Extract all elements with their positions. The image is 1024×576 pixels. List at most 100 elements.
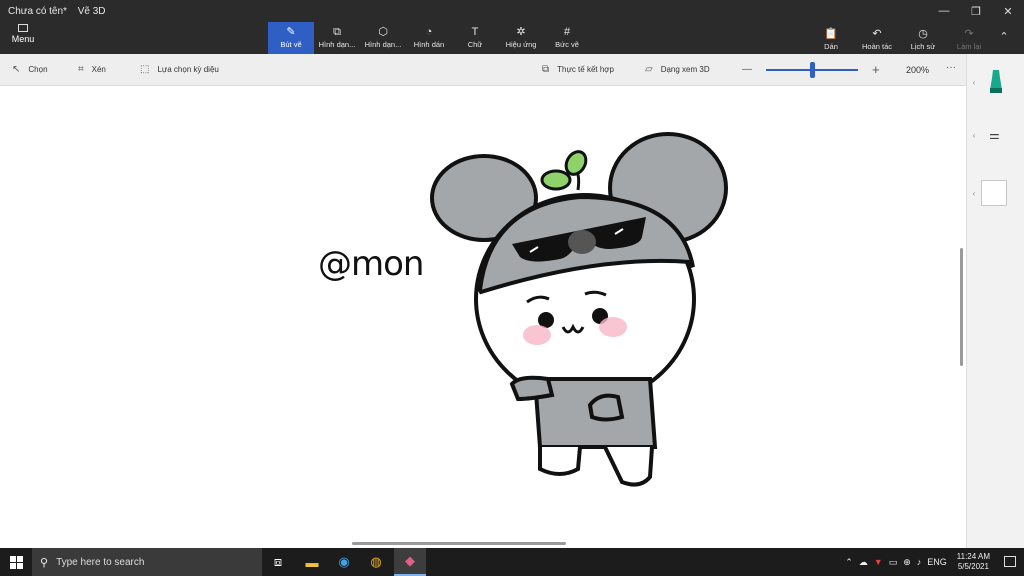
crop-label: Xén (91, 65, 106, 74)
tab-canvas[interactable]: # Bức vẽ (544, 22, 590, 54)
horizontal-scrollbar[interactable] (352, 542, 566, 545)
koala-drawing (430, 132, 728, 487)
sticker-icon: ◔ (425, 26, 433, 38)
select-tool[interactable]: ↖ Chọn (12, 64, 48, 75)
tab-label: Bút vẽ (280, 40, 302, 49)
redo-button[interactable]: ↷ Làm lại (946, 24, 992, 56)
color-picker[interactable]: ‹ (967, 180, 1024, 206)
document-title: Chưa có tên* (8, 6, 67, 17)
tab-stickers[interactable]: ◔ Hình dán (406, 22, 452, 54)
more-options-button[interactable]: ··· (946, 62, 964, 73)
ribbon-actions: 📋 Dán ↶ Hoàn tác ◷ Lịch sử ↷ Làm lại ⌃ (808, 24, 1016, 56)
cloud-icon[interactable]: ☁ (859, 557, 868, 568)
mixed-reality-label: Thực tế kết hợp (557, 65, 614, 74)
title-bar: Chưa có tên* Vẽ 3D — ❐ ✕ Menu ✎ Bút vẽ ⧉… (0, 0, 1024, 54)
start-button[interactable] (0, 548, 32, 576)
expand-icon: ‹ (972, 130, 976, 140)
2d-shape-icon: ⧉ (333, 26, 341, 38)
mixed-reality-icon: ⧉ (542, 64, 550, 75)
system-tray: ⌃ ☁ ▼ ▭ ⊕ ♪ ENG 11:24 AM 5/5/2021 (839, 548, 990, 576)
app-name: Vẽ 3D (77, 6, 106, 17)
close-button[interactable]: ✕ (992, 0, 1024, 22)
chrome-icon[interactable]: ◍ (360, 548, 392, 576)
search-icon: ⚲ (40, 556, 49, 569)
signature-text: @mon (318, 244, 424, 284)
collapse-ribbon-icon[interactable]: ⌃ (992, 24, 1016, 43)
clock[interactable]: 11:24 AM 5/5/2021 (957, 552, 990, 572)
tab-brushes[interactable]: ✎ Bút vẽ (268, 22, 314, 54)
date: 5/5/2021 (957, 562, 989, 571)
taskbar: ⚲ Type here to search ⧈ ▬ ◉ ◍ ◆ ⌃ ☁ ▼ ▭ … (0, 548, 1024, 576)
maximize-button[interactable]: ❐ (960, 0, 992, 22)
side-panel: ‹ ‹ ⚌ ‹ (966, 54, 1024, 548)
zoom-level[interactable]: 200% (906, 65, 929, 75)
tab-effects[interactable]: ✲ Hiệu ứng (498, 22, 544, 54)
tab-3d-shapes[interactable]: ⬡ Hình dạn... (360, 22, 406, 54)
plus-icon: + (872, 62, 880, 77)
cursor-icon: ↖ (12, 64, 21, 75)
show-hidden-icons[interactable]: ⌃ (845, 557, 853, 568)
cube-icon: ⬡ (378, 26, 388, 38)
menu-icon (18, 24, 28, 32)
current-color-swatch[interactable] (981, 180, 1007, 206)
mixed-reality-button[interactable]: ⧉ Thực tế kết hợp (542, 64, 614, 75)
window-controls: — ❐ ✕ (928, 0, 1024, 22)
zoom-in-button[interactable]: + (872, 62, 888, 77)
3d-view-label: Dạng xem 3D (660, 65, 710, 74)
minus-icon: — (742, 64, 752, 75)
3d-view-button[interactable]: ▱ Dạng xem 3D (645, 64, 710, 75)
antivirus-icon[interactable]: ▼ (874, 557, 883, 567)
zoom-slider-thumb[interactable] (809, 62, 815, 78)
brush-icon: ✎ (286, 26, 296, 38)
tab-2d-shapes[interactable]: ⧉ Hình dạn... (314, 22, 360, 54)
tab-text[interactable]: T Chữ (452, 22, 498, 54)
effects-icon: ✲ (516, 26, 526, 38)
battery-icon[interactable]: ▭ (889, 557, 898, 568)
crop-tool[interactable]: ⌗ Xén (78, 64, 106, 75)
time: 11:24 AM (956, 552, 990, 561)
tool-options-bar: ↖ Chọn ⌗ Xén ⬚ Lựa chọn kỳ diệu ⧉ Thực t… (0, 54, 966, 86)
expand-icon: ‹ (972, 188, 976, 198)
text-icon: T (471, 26, 479, 38)
history-label: Lịch sử (910, 42, 936, 51)
windows-icon (9, 555, 23, 569)
notifications-icon[interactable] (1004, 556, 1016, 567)
menu-label: Menu (11, 34, 35, 44)
language-indicator[interactable]: ENG (927, 557, 947, 567)
minimize-button[interactable]: — (928, 0, 960, 22)
crop-icon: ⌗ (78, 64, 84, 75)
network-icon[interactable]: ⊕ (903, 557, 911, 568)
brush-selector[interactable]: ‹ (967, 68, 1024, 96)
tab-label: Hình dạn... (364, 40, 402, 49)
redo-label: Làm lại (956, 42, 982, 51)
ribbon-tools: ✎ Bút vẽ ⧉ Hình dạn... ⬡ Hình dạn... ◔ H… (268, 22, 590, 54)
paste-icon: 📋 (824, 28, 838, 40)
drawing-canvas[interactable]: @mon (0, 87, 966, 548)
history-button[interactable]: ◷ Lịch sử (900, 24, 946, 56)
tab-label: Hiệu ứng (505, 40, 537, 49)
magic-select-icon: ⬚ (140, 64, 150, 75)
menu-button[interactable]: Menu (6, 24, 40, 50)
vertical-scrollbar[interactable] (960, 248, 963, 366)
tab-label: Chữ (467, 40, 483, 49)
3d-view-icon: ▱ (645, 64, 653, 75)
marker-icon (990, 70, 1002, 93)
volume-icon[interactable]: ♪ (917, 557, 922, 567)
undo-icon: ↶ (872, 28, 882, 40)
select-label: Chọn (28, 65, 48, 74)
task-view-icon[interactable]: ⧈ (262, 548, 294, 576)
file-explorer-icon[interactable]: ▬ (296, 548, 328, 576)
expand-icon: ‹ (972, 77, 976, 87)
window-title: Chưa có tên* Vẽ 3D (8, 6, 114, 17)
search-placeholder: Type here to search (56, 556, 145, 568)
paint-3d-icon[interactable]: ◆ (394, 548, 426, 576)
paste-label: Dán (824, 42, 838, 51)
zoom-out-button[interactable]: — (742, 64, 760, 75)
paste-button[interactable]: 📋 Dán (808, 24, 854, 56)
canvas-icon: # (563, 26, 571, 38)
undo-button[interactable]: ↶ Hoàn tác (854, 24, 900, 56)
magic-select-tool[interactable]: ⬚ Lựa chọn kỳ diệu (140, 64, 219, 75)
brush-settings[interactable]: ‹ ⚌ (967, 128, 1024, 142)
edge-icon[interactable]: ◉ (328, 548, 360, 576)
taskbar-search[interactable]: ⚲ Type here to search (32, 548, 262, 576)
